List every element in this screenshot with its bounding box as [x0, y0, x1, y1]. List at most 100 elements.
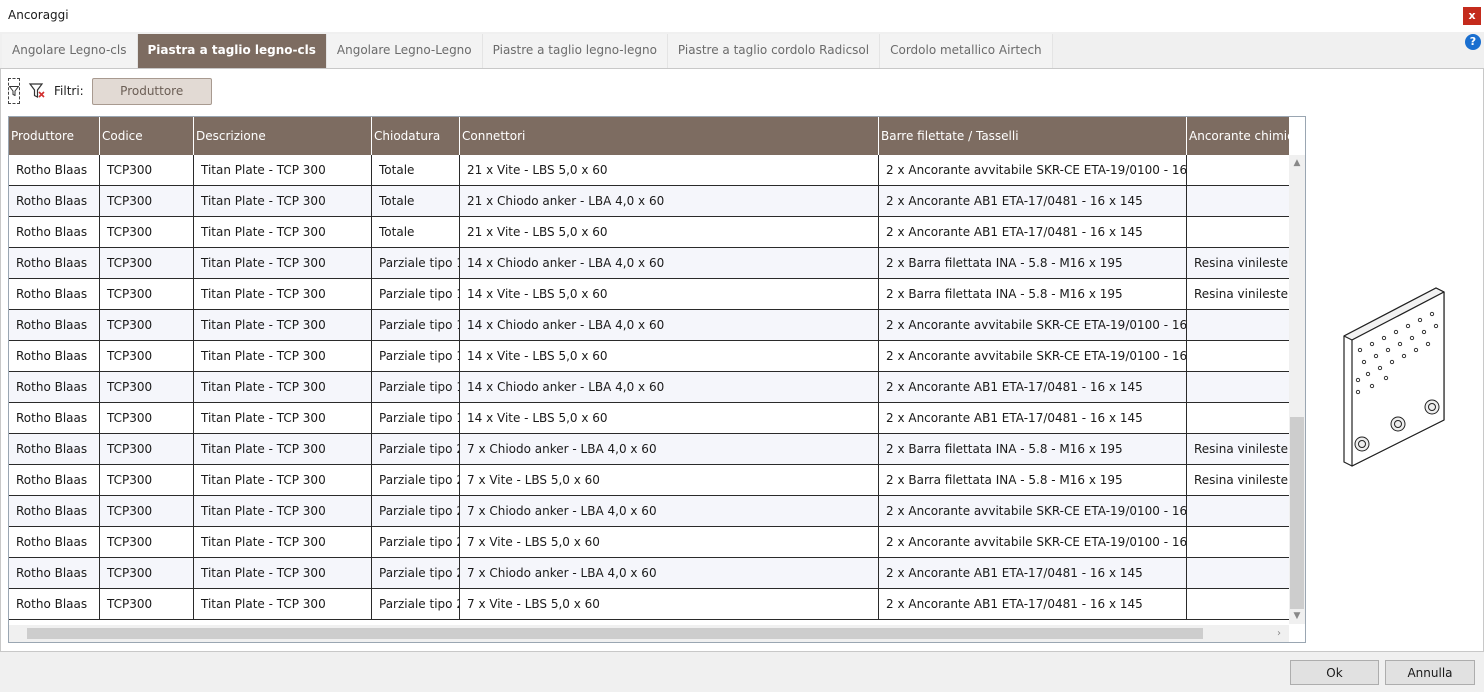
column-header[interactable]: Ancorante chimico	[1187, 117, 1289, 155]
filter-label: Filtri:	[54, 84, 84, 98]
column-header[interactable]: Produttore	[9, 117, 100, 155]
table-cell: Totale	[372, 217, 460, 247]
table-cell: Titan Plate - TCP 300	[194, 465, 372, 495]
table-cell: 2 x Ancorante avvitabile SKR-CE ETA-19/0…	[879, 155, 1187, 185]
vertical-scroll-thumb[interactable]	[1290, 417, 1304, 609]
column-header[interactable]: Chiodatura	[372, 117, 460, 155]
clear-filter-icon[interactable]	[28, 82, 46, 100]
table-cell: 2 x Ancorante AB1 ETA-17/0481 - 16 x 145	[879, 589, 1187, 619]
table-cell	[1187, 496, 1289, 526]
table-cell: TCP300	[100, 496, 194, 526]
table-cell: 2 x Ancorante avvitabile SKR-CE ETA-19/0…	[879, 496, 1187, 526]
horizontal-scroll-thumb[interactable]	[27, 628, 1203, 639]
tab-cordolo-metallico-airtech[interactable]: Cordolo metallico Airtech	[880, 34, 1053, 68]
table-cell: 2 x Ancorante AB1 ETA-17/0481 - 16 x 145	[879, 217, 1187, 247]
table-cell: Parziale tipo 2	[372, 589, 460, 619]
table-cell: Rotho Blaas	[9, 186, 100, 216]
table-cell	[1187, 527, 1289, 557]
table-cell: Titan Plate - TCP 300	[194, 496, 372, 526]
close-icon[interactable]: x	[1463, 7, 1481, 25]
table-cell: Rotho Blaas	[9, 496, 100, 526]
table-row[interactable]: Rotho Blaas TCP300 Titan Plate - TCP 300 Pa…	[9, 589, 1289, 620]
table-cell: Titan Plate - TCP 300	[194, 279, 372, 309]
table-cell: Titan Plate - TCP 300	[194, 403, 372, 433]
table-header: Produttore Codice Descrizione Chiodatura…	[9, 117, 1289, 155]
horizontal-scrollbar[interactable]: ›	[9, 625, 1289, 642]
titan-plate-preview-image	[1328, 280, 1458, 470]
table-cell: TCP300	[100, 217, 194, 247]
table-cell: TCP300	[100, 558, 194, 588]
table-row[interactable]: Rotho Blaas TCP300 Titan Plate - TCP 300 Pa…	[9, 248, 1289, 279]
table-row[interactable]: Rotho Blaas TCP300 Titan Plate - TCP 300 To…	[9, 155, 1289, 186]
table-cell: Titan Plate - TCP 300	[194, 155, 372, 185]
table-cell: Parziale tipo 2	[372, 527, 460, 557]
anchor-table: Produttore Codice Descrizione Chiodatura…	[8, 116, 1306, 643]
column-header[interactable]: Connettori	[460, 117, 879, 155]
table-cell: TCP300	[100, 434, 194, 464]
table-cell: 2 x Ancorante avvitabile SKR-CE ETA-19/0…	[879, 341, 1187, 371]
cancel-button[interactable]: Annulla	[1385, 660, 1475, 685]
table-cell: 7 x Vite - LBS 5,0 x 60	[460, 589, 879, 619]
table-cell: Totale	[372, 186, 460, 216]
table-row[interactable]: Rotho Blaas TCP300 Titan Plate - TCP 300 Pa…	[9, 279, 1289, 310]
table-cell: Titan Plate - TCP 300	[194, 248, 372, 278]
table-row[interactable]: Rotho Blaas TCP300 Titan Plate - TCP 300 Pa…	[9, 341, 1289, 372]
table-cell: 7 x Vite - LBS 5,0 x 60	[460, 527, 879, 557]
producer-filter-button[interactable]: Produttore	[91, 77, 212, 105]
table-cell: TCP300	[100, 527, 194, 557]
column-header[interactable]: Descrizione	[194, 117, 372, 155]
table-cell: Parziale tipo 1	[372, 279, 460, 309]
ancoraggi-window: Ancoraggi x ? Angolare Legno-cls Piastra…	[0, 0, 1484, 692]
table-row[interactable]: Rotho Blaas TCP300 Titan Plate - TCP 300 Pa…	[9, 434, 1289, 465]
tab-piastra-taglio-legno-cls[interactable]: Piastra a taglio legno-cls	[137, 34, 327, 68]
table-cell: TCP300	[100, 279, 194, 309]
table-cell: Titan Plate - TCP 300	[194, 372, 372, 402]
table-cell: Rotho Blaas	[9, 527, 100, 557]
table-cell: 21 x Chiodo anker - LBA 4,0 x 60	[460, 186, 879, 216]
scroll-down-icon[interactable]: ▼	[1289, 608, 1305, 624]
column-header[interactable]: Codice	[100, 117, 194, 155]
table-cell: Titan Plate - TCP 300	[194, 310, 372, 340]
window-title: Ancoraggi	[8, 8, 69, 22]
table-row[interactable]: Rotho Blaas TCP300 Titan Plate - TCP 300 Pa…	[9, 527, 1289, 558]
table-cell: 2 x Barra filettata INA - 5.8 - M16 x 19…	[879, 465, 1187, 495]
filter-bar: Filtri: Produttore	[8, 76, 212, 106]
table-row[interactable]: Rotho Blaas TCP300 Titan Plate - TCP 300 Pa…	[9, 496, 1289, 527]
tab-angolare-legno-cls[interactable]: Angolare Legno-cls	[2, 34, 138, 68]
table-cell: 14 x Chiodo anker - LBA 4,0 x 60	[460, 372, 879, 402]
table-cell: 2 x Ancorante AB1 ETA-17/0481 - 16 x 145	[879, 558, 1187, 588]
scroll-right-icon[interactable]: ›	[1271, 625, 1287, 642]
scroll-up-icon[interactable]: ▲	[1289, 155, 1305, 171]
ok-button[interactable]: Ok	[1290, 660, 1379, 685]
table-cell	[1187, 310, 1289, 340]
table-row[interactable]: Rotho Blaas TCP300 Titan Plate - TCP 300 Pa…	[9, 372, 1289, 403]
table-cell: Titan Plate - TCP 300	[194, 217, 372, 247]
tab-piastre-taglio-cordolo-radicsol[interactable]: Piastre a taglio cordolo Radicsol	[667, 34, 881, 68]
vertical-scrollbar[interactable]: ▲ ▼	[1289, 155, 1305, 624]
tab-angolare-legno-legno[interactable]: Angolare Legno-Legno	[326, 34, 483, 68]
table-cell: 2 x Barra filettata INA - 5.8 - M16 x 19…	[879, 248, 1187, 278]
table-row[interactable]: Rotho Blaas TCP300 Titan Plate - TCP 300 Pa…	[9, 310, 1289, 341]
table-cell: TCP300	[100, 372, 194, 402]
tab-piastre-taglio-legno-legno[interactable]: Piastre a taglio legno-legno	[482, 34, 668, 68]
table-row[interactable]: Rotho Blaas TCP300 Titan Plate - TCP 300 Pa…	[9, 558, 1289, 589]
table-cell: 7 x Chiodo anker - LBA 4,0 x 60	[460, 496, 879, 526]
table-cell: Resina vinilestere I	[1194, 442, 1289, 456]
table-cell: Rotho Blaas	[9, 558, 100, 588]
table-cell	[1187, 155, 1289, 185]
title-bar: Ancoraggi x	[0, 0, 1484, 32]
filter-icon[interactable]	[8, 78, 20, 104]
table-cell: 14 x Vite - LBS 5,0 x 60	[460, 403, 879, 433]
table-row[interactable]: Rotho Blaas TCP300 Titan Plate - TCP 300 Pa…	[9, 403, 1289, 434]
table-row[interactable]: Rotho Blaas TCP300 Titan Plate - TCP 300 To…	[9, 186, 1289, 217]
table-cell: Rotho Blaas	[9, 217, 100, 247]
table-row[interactable]: Rotho Blaas TCP300 Titan Plate - TCP 300 Pa…	[9, 465, 1289, 496]
table-cell: TCP300	[100, 186, 194, 216]
table-row[interactable]: Rotho Blaas TCP300 Titan Plate - TCP 300 To…	[9, 217, 1289, 248]
column-header[interactable]: Barre filettate / Tasselli	[879, 117, 1187, 155]
table-cell: TCP300	[100, 155, 194, 185]
table-cell: Rotho Blaas	[9, 465, 100, 495]
table-cell: 2 x Ancorante avvitabile SKR-CE ETA-19/0…	[879, 527, 1187, 557]
help-icon[interactable]: ?	[1465, 34, 1481, 50]
table-cell: Rotho Blaas	[9, 403, 100, 433]
